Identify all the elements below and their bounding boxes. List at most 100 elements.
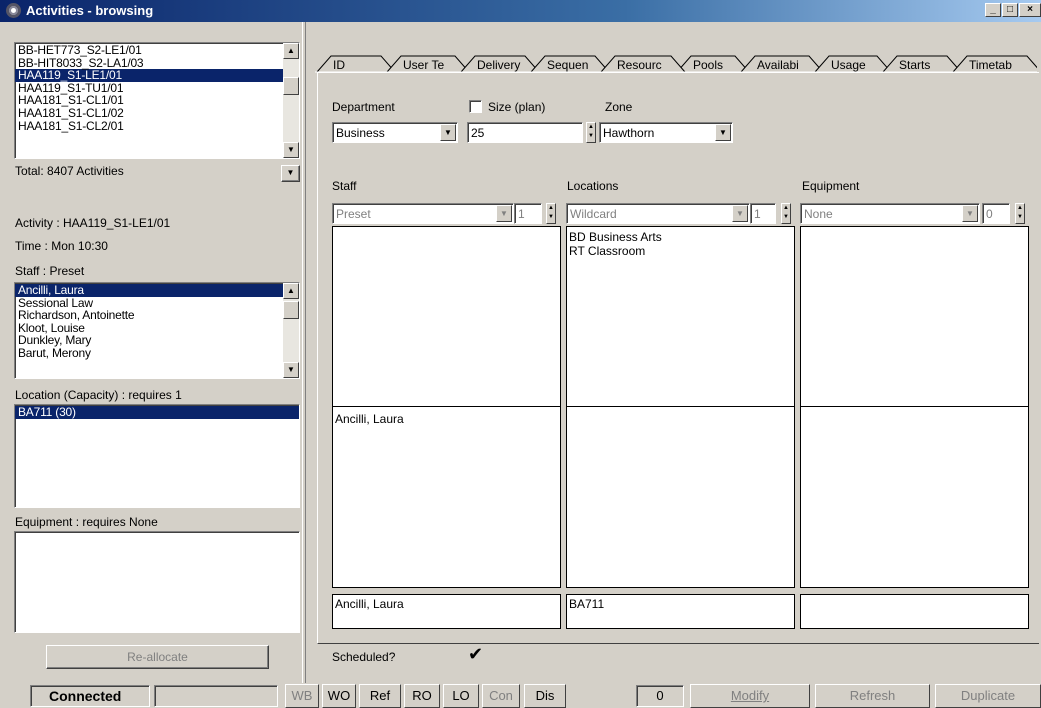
equipment-assigned-box[interactable] — [800, 406, 1029, 588]
location-final-item: BA711 — [569, 597, 605, 611]
staff-column-label: Staff — [332, 179, 357, 193]
close-button[interactable]: × — [1019, 3, 1041, 17]
reallocate-button[interactable]: Re-allocate — [46, 645, 269, 669]
department-select[interactable]: Business ▼ — [332, 122, 458, 143]
connection-status: Connected — [30, 685, 150, 707]
location-list[interactable]: BA711 (30) — [14, 404, 300, 508]
scroll-thumb[interactable] — [283, 77, 299, 95]
tab-label[interactable]: User Te — [403, 58, 444, 72]
scroll-down-icon[interactable]: ▼ — [283, 362, 299, 378]
app-icon — [6, 3, 21, 18]
tab-label[interactable]: Availabi — [757, 58, 799, 72]
status-button-wo[interactable]: WO — [322, 684, 356, 708]
list-item[interactable]: Barut, Merony — [15, 347, 299, 360]
list-item[interactable]: HAA181_S1-CL1/02 — [15, 107, 299, 120]
tab-label[interactable]: Usage — [831, 58, 866, 72]
staff-assigned-box[interactable]: Ancilli, Laura — [332, 406, 561, 588]
locations-count-input[interactable]: 1 — [750, 203, 776, 224]
duplicate-button[interactable]: Duplicate — [935, 684, 1041, 708]
status-button-con[interactable]: Con — [482, 684, 520, 708]
staff-label: Staff : Preset — [15, 264, 85, 278]
equipment-count-input[interactable]: 0 — [982, 203, 1010, 224]
staff-assigned-item: Ancilli, Laura — [335, 412, 404, 426]
scroll-down-icon[interactable]: ▼ — [283, 142, 299, 158]
minimize-button[interactable]: _ — [985, 3, 1001, 17]
staff-preset-box[interactable] — [332, 226, 561, 407]
list-item[interactable]: BB-HET773_S2-LE1/01 — [15, 44, 299, 57]
locations-mode-select[interactable]: Wildcard ▼ — [566, 203, 750, 224]
chevron-down-icon[interactable]: ▼ — [962, 205, 978, 222]
size-spinner[interactable]: ▲ ▼ — [586, 122, 596, 143]
staff-count-value: 1 — [518, 207, 525, 221]
refresh-button[interactable]: Refresh — [815, 684, 930, 708]
activities-total: Total: 8407 Activities — [15, 164, 124, 178]
scroll-up-icon[interactable]: ▲ — [283, 43, 299, 59]
size-value: 25 — [471, 126, 485, 140]
scroll-thumb[interactable] — [283, 301, 299, 319]
locations-count-value: 1 — [754, 207, 761, 221]
scroll-up-icon[interactable]: ▲ — [283, 283, 299, 299]
tab-label[interactable]: Delivery — [477, 58, 520, 72]
time-label: Time : Mon 10:30 — [15, 239, 108, 253]
maximize-button[interactable]: □ — [1002, 3, 1018, 17]
tab-label[interactable]: Starts — [899, 58, 930, 72]
size-input[interactable]: 25 — [467, 122, 583, 143]
location-capacity-label: Location (Capacity) : requires 1 — [15, 388, 182, 402]
tab-label[interactable]: ID — [333, 58, 345, 72]
locations-count-spinner[interactable]: ▲ ▼ — [781, 203, 791, 224]
size-checkbox[interactable] — [469, 100, 482, 113]
status-button-wb[interactable]: WB — [285, 684, 319, 708]
staff-list[interactable]: Ancilli, Laura Sessional Law Richardson, A… — [14, 282, 300, 379]
equipment-final-box[interactable] — [800, 594, 1029, 629]
status-button-ref[interactable]: Ref — [359, 684, 401, 708]
location-item[interactable]: RT Classroom — [569, 244, 792, 258]
locations-assigned-box[interactable] — [566, 406, 795, 588]
equipment-count-spinner[interactable]: ▲ ▼ — [1015, 203, 1025, 224]
zone-label: Zone — [605, 100, 633, 114]
status-button-lo[interactable]: LO — [443, 684, 479, 708]
staff-scrollbar[interactable]: ▲ ▼ — [283, 283, 299, 378]
staff-final-box[interactable]: Ancilli, Laura — [332, 594, 561, 629]
zone-select[interactable]: Hawthorn ▼ — [599, 122, 733, 143]
status-count: 0 — [636, 685, 684, 707]
status-panel — [154, 685, 278, 707]
tab-label[interactable]: Sequen — [547, 58, 588, 72]
tab-label[interactable]: Resourc — [617, 58, 662, 72]
pane-splitter[interactable] — [302, 22, 306, 684]
equipment-none-box[interactable] — [800, 226, 1029, 407]
chevron-down-icon[interactable]: ▼ — [732, 205, 748, 222]
chevron-down-icon[interactable]: ▼ — [440, 124, 456, 141]
chevron-down-icon[interactable]: ▼ — [715, 124, 731, 141]
list-item[interactable]: HAA119_S1-LE1/01 — [15, 69, 299, 82]
activities-scrollbar[interactable]: ▲ ▼ — [283, 43, 299, 158]
list-item[interactable]: Richardson, Antoinette — [15, 309, 299, 322]
status-button-dis[interactable]: Dis — [524, 684, 566, 708]
list-item[interactable]: BA711 (30) — [15, 406, 299, 419]
locations-wildcard-box[interactable]: BD Business Arts RT Classroom — [566, 226, 795, 407]
list-item[interactable]: Ancilli, Laura — [15, 284, 299, 297]
tab-strip: ID User Te Delivery Sequen Pools Availabi Usag… — [315, 55, 1037, 73]
list-item[interactable]: HAA181_S1-CL2/01 — [15, 119, 299, 133]
activities-list[interactable]: BB-HET773_S2-LE1/01 BB-HIT8033_S2-LA1/03 H… — [14, 42, 300, 159]
location-item[interactable]: BD Business Arts — [569, 230, 792, 244]
tab-label[interactable]: Timetab — [969, 58, 1012, 72]
equipment-requires-label: Equipment : requires None — [15, 515, 158, 529]
status-button-ro[interactable]: RO — [404, 684, 440, 708]
scheduled-label: Scheduled? — [332, 650, 396, 664]
location-final-box[interactable]: BA711 — [566, 594, 795, 629]
equipment-mode-select[interactable]: None ▼ — [800, 203, 980, 224]
chevron-down-icon[interactable]: ▼ — [496, 205, 512, 222]
department-value: Business — [336, 126, 385, 140]
size-label: Size (plan) — [488, 100, 546, 114]
checkmark-icon: ✔ — [468, 644, 484, 664]
staff-count-input[interactable]: 1 — [514, 203, 542, 224]
zone-value: Hawthorn — [603, 126, 655, 140]
equipment-list[interactable] — [14, 531, 300, 633]
staff-count-spinner[interactable]: ▲ ▼ — [546, 203, 556, 224]
tab-label[interactable]: Pools — [693, 58, 723, 72]
staff-mode-select[interactable]: Preset ▼ — [332, 203, 514, 224]
total-dropdown-button[interactable]: ▼ — [281, 165, 300, 182]
equipment-column-label: Equipment — [802, 179, 860, 193]
modify-button[interactable]: Modify — [690, 684, 810, 708]
tab-id[interactable] — [316, 55, 396, 73]
